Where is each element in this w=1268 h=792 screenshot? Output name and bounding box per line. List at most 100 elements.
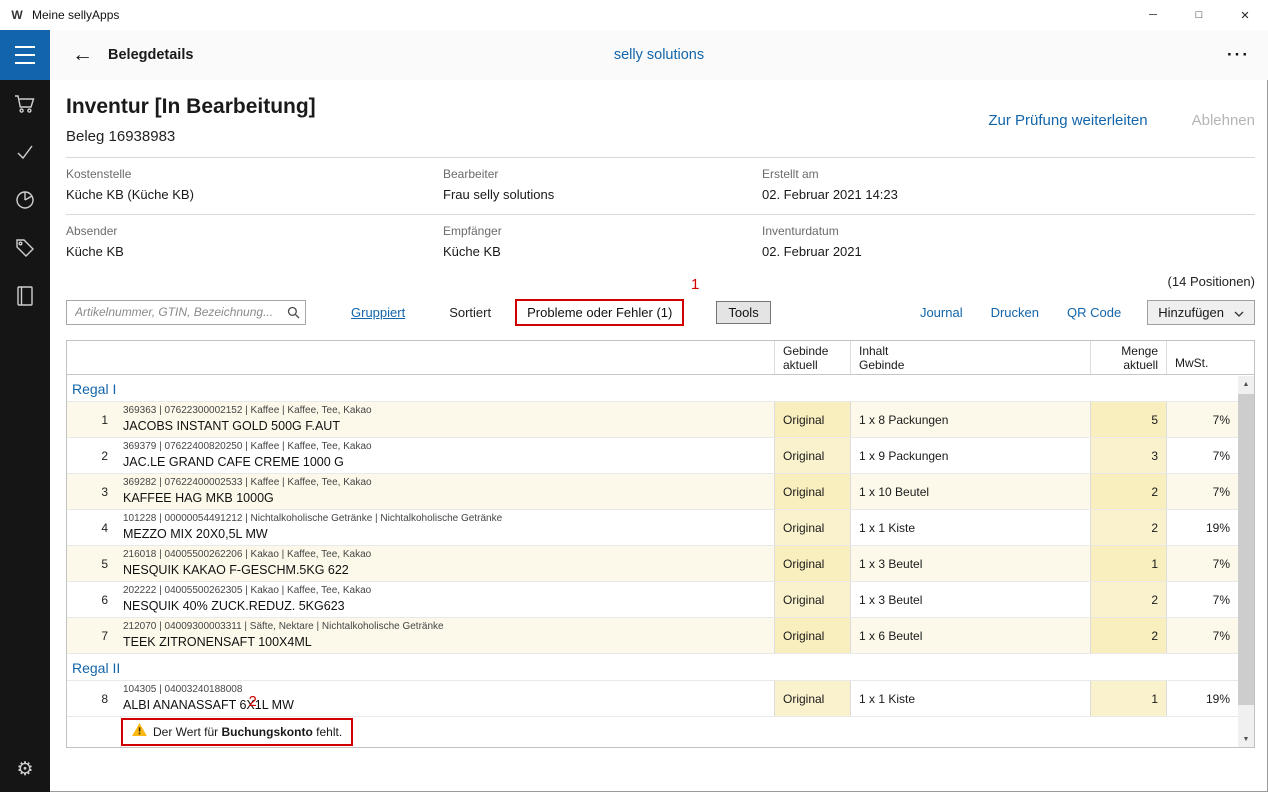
article-name: JACOBS INSTANT GOLD 500G F.AUT: [123, 419, 340, 434]
header-number: [67, 341, 117, 374]
grouped-toggle[interactable]: Gruppiert: [351, 305, 405, 320]
info-row-2: Absender Küche KB Empfänger Küche KB Inv…: [66, 215, 1255, 271]
positions-count: (14 Positionen): [66, 274, 1255, 290]
sorted-toggle[interactable]: Sortiert: [449, 305, 491, 320]
table-row[interactable]: 7212070 | 04009300003311 | Säfte, Nektar…: [67, 618, 1238, 654]
info-kostenstelle: Kostenstelle Küche KB (Küche KB): [66, 167, 443, 203]
article-cell: 212070 | 04009300003311 | Säfte, Nektare…: [117, 618, 774, 653]
menge-cell[interactable]: 2: [1090, 474, 1166, 509]
info-label: Kostenstelle: [66, 167, 443, 181]
menge-cell[interactable]: 2: [1090, 618, 1166, 653]
article-name: NESQUIK KAKAO F-GESCHM.5KG 622: [123, 563, 349, 578]
mwst-cell: 7%: [1166, 618, 1238, 653]
add-button[interactable]: Hinzufügen: [1147, 300, 1255, 325]
info-erstellt-am: Erstellt am 02. Februar 2021 14:23: [762, 167, 1255, 203]
app-icon: W: [9, 7, 25, 23]
back-arrow-icon[interactable]: ←: [72, 43, 93, 67]
info-row-1: Kostenstelle Küche KB (Küche KB) Bearbei…: [66, 158, 1255, 215]
qr-code-link[interactable]: QR Code: [1067, 305, 1121, 320]
gebinde-cell[interactable]: Original: [774, 681, 850, 716]
inhalt-cell[interactable]: 1 x 10 Beutel: [850, 474, 1090, 509]
problems-filter-label: Probleme oder Fehler (1): [527, 305, 672, 320]
info-value: 02. Februar 2021 14:23: [762, 187, 1255, 203]
info-label: Erstellt am: [762, 167, 1255, 181]
gebinde-cell[interactable]: Original: [774, 474, 850, 509]
scroll-down-icon[interactable]: ▼: [1238, 731, 1254, 747]
mwst-cell: 7%: [1166, 546, 1238, 581]
more-options-icon[interactable]: ···: [1227, 45, 1250, 65]
inhalt-cell[interactable]: 1 x 3 Beutel: [850, 582, 1090, 617]
table-row[interactable]: 6202222 | 04005500262305 | Kakao | Kaffe…: [67, 582, 1238, 618]
inhalt-cell[interactable]: 1 x 3 Beutel: [850, 546, 1090, 581]
table-row[interactable]: 5216018 | 04005500262206 | Kakao | Kaffe…: [67, 546, 1238, 582]
row-number: 1: [67, 402, 117, 437]
menge-cell[interactable]: 5: [1090, 402, 1166, 437]
search-icon[interactable]: [287, 306, 300, 324]
gebinde-cell[interactable]: Original: [774, 582, 850, 617]
menge-cell[interactable]: 1: [1090, 546, 1166, 581]
group-header[interactable]: Regal I: [67, 375, 1238, 402]
article-name: NESQUIK 40% ZUCK.REDUZ. 5KG623: [123, 599, 345, 614]
menge-cell[interactable]: 1: [1090, 681, 1166, 716]
tools-button[interactable]: Tools: [716, 301, 770, 324]
table-row[interactable]: 8104305 | 04003240188008ALBI ANANASSAFT …: [67, 681, 1238, 717]
inhalt-cell[interactable]: 1 x 9 Packungen: [850, 438, 1090, 473]
brand-title: selly solutions: [50, 47, 1268, 63]
info-bearbeiter: Bearbeiter Frau selly solutions: [443, 167, 762, 203]
header-mwst[interactable]: MwSt.: [1166, 341, 1238, 374]
book-icon[interactable]: [0, 272, 50, 320]
settings-gear-icon[interactable]: ⚙: [0, 746, 50, 792]
table-row[interactable]: 4101228 | 00000054491212 | Nichtalkoholi…: [67, 510, 1238, 546]
inhalt-cell[interactable]: 1 x 8 Packungen: [850, 402, 1090, 437]
article-cell: 369363 | 07622300002152 | Kaffee | Kaffe…: [117, 402, 774, 437]
gebinde-cell[interactable]: Original: [774, 510, 850, 545]
menge-cell[interactable]: 2: [1090, 582, 1166, 617]
row-number: 7: [67, 618, 117, 653]
search-input[interactable]: [66, 300, 306, 325]
header-inhalt[interactable]: InhaltGebinde: [850, 341, 1090, 374]
forward-for-review-link[interactable]: Zur Prüfung weiterleiten: [988, 112, 1147, 129]
minimize-button[interactable]: ─: [1130, 0, 1176, 30]
row-number: 4: [67, 510, 117, 545]
reject-link: Ablehnen: [1192, 112, 1255, 129]
gebinde-cell[interactable]: Original: [774, 438, 850, 473]
maximize-button[interactable]: □: [1176, 0, 1222, 30]
print-link[interactable]: Drucken: [991, 305, 1039, 320]
mwst-cell: 7%: [1166, 474, 1238, 509]
scrollbar-thumb[interactable]: [1238, 394, 1254, 705]
table-row[interactable]: 3369282 | 07622400002533 | Kaffee | Kaff…: [67, 474, 1238, 510]
header-gebinde[interactable]: Gebindeaktuell: [774, 341, 850, 374]
article-meta: 216018 | 04005500262206 | Kakao | Kaffee…: [123, 549, 371, 561]
close-button[interactable]: ×: [1222, 0, 1268, 30]
journal-link[interactable]: Journal: [920, 305, 963, 320]
header-article: [117, 341, 774, 374]
mwst-cell: 7%: [1166, 582, 1238, 617]
inhalt-cell[interactable]: 1 x 1 Kiste: [850, 510, 1090, 545]
price-tag-icon[interactable]: [0, 224, 50, 272]
menge-cell[interactable]: 2: [1090, 510, 1166, 545]
shopping-cart-icon[interactable]: [0, 80, 50, 128]
gebinde-cell[interactable]: Original: [774, 618, 850, 653]
gebinde-cell[interactable]: Original: [774, 546, 850, 581]
problems-filter-button[interactable]: Probleme oder Fehler (1) 1: [515, 299, 684, 326]
row-number: 6: [67, 582, 117, 617]
article-cell: 202222 | 04005500262305 | Kakao | Kaffee…: [117, 582, 774, 617]
pie-chart-icon[interactable]: [0, 176, 50, 224]
group-header[interactable]: Regal II: [67, 654, 1238, 681]
header-menge[interactable]: Mengeaktuell: [1090, 341, 1166, 374]
menge-cell[interactable]: 3: [1090, 438, 1166, 473]
warning-box: Der Wert für Buchungskonto fehlt.2: [121, 718, 353, 746]
table-row[interactable]: 2369379 | 07622400820250 | Kaffee | Kaff…: [67, 438, 1238, 474]
warning-text-prefix: Der Wert für: [153, 725, 221, 739]
article-name: ALBI ANANASSAFT 6X1L MW: [123, 698, 294, 713]
gebinde-cell[interactable]: Original: [774, 402, 850, 437]
mwst-cell: 19%: [1166, 681, 1238, 716]
checkmark-icon[interactable]: [0, 128, 50, 176]
table-row[interactable]: 1369363 | 07622300002152 | Kaffee | Kaff…: [67, 402, 1238, 438]
menu-icon[interactable]: [0, 30, 50, 80]
inhalt-cell[interactable]: 1 x 1 Kiste: [850, 681, 1090, 716]
annotation-2: 2: [248, 694, 256, 709]
inhalt-cell[interactable]: 1 x 6 Beutel: [850, 618, 1090, 653]
vertical-scrollbar[interactable]: ▲ ▼: [1238, 376, 1254, 747]
scroll-up-icon[interactable]: ▲: [1238, 376, 1254, 392]
